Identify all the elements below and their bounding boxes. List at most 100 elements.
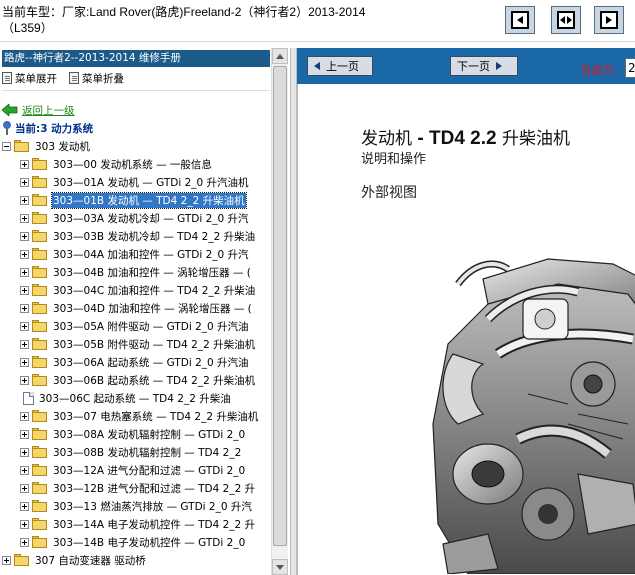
engine-illustration <box>432 258 635 574</box>
expand-toggle-icon[interactable] <box>20 447 29 457</box>
fit-width-button[interactable] <box>551 6 581 34</box>
expand-toggle-icon[interactable] <box>20 249 29 259</box>
tree-item[interactable]: 303—00 发动机系统 — 一般信息 <box>20 156 213 172</box>
tree-item[interactable]: 303—06C 起动系统 — TD4 2_2 升柴油 <box>20 390 232 406</box>
title-prefix: 发动机 <box>361 129 412 149</box>
folder-icon <box>32 284 48 296</box>
header-bar: 当前车型：厂家:Land Rover(路虎)Freeland-2（神行者2）20… <box>0 0 635 42</box>
tree-root-label: 303 发动机 <box>35 140 90 153</box>
expand-toggle-icon[interactable] <box>20 501 29 511</box>
expand-all-label: 菜单展开 <box>15 72 57 85</box>
tree-item[interactable]: 303—14B 电子发动机控件 — GTDi 2_0 <box>20 534 246 550</box>
collapse-toggle-icon[interactable] <box>2 141 11 151</box>
tree-item[interactable]: 303—03A 发动机冷却 — GTDi 2_0 升汽 <box>20 210 250 226</box>
tree-root-303[interactable]: 303 发动机 <box>2 138 91 154</box>
back-link-label: 返回上一级 <box>22 104 75 117</box>
last-page-icon <box>600 11 618 29</box>
tree-item[interactable]: 303—12B 进气分配和过滤 — TD4 2_2 升 <box>20 480 256 496</box>
expand-toggle-icon[interactable] <box>20 159 29 169</box>
tree-item[interactable]: 303—04C 加油和控件 — TD4 2_2 升柴油 <box>20 282 256 298</box>
document-page: 发动机 - TD4 2.2 升柴油机 说明和操作 外部视图 <box>297 84 635 575</box>
scroll-down-icon[interactable] <box>272 559 288 575</box>
expand-toggle-icon[interactable] <box>20 213 29 223</box>
expand-toggle-icon[interactable] <box>20 321 29 331</box>
tree-item[interactable]: 303—06B 起动系统 — TD4 2_2 升柴油机 <box>20 372 256 388</box>
current-vehicle-title: 当前车型：厂家:Land Rover(路虎)Freeland-2（神行者2）20… <box>2 4 402 36</box>
expand-toggle-icon[interactable] <box>20 231 29 241</box>
folder-icon <box>32 248 48 260</box>
fit-width-icon <box>557 11 575 29</box>
expand-toggle-icon[interactable] <box>20 303 29 313</box>
tree-item-label: 303—14A 电子发动机控件 — TD4 2_2 升 <box>53 518 256 531</box>
current-page-input[interactable]: 2 <box>625 58 635 78</box>
document-icon <box>23 391 34 405</box>
manual-title: 路虎--神行者2--2013-2014 维修手册 <box>2 50 270 67</box>
tree-root-307[interactable]: 307 自动变速器 驱动桥 <box>2 552 147 568</box>
next-page-button[interactable]: 下一页 <box>450 56 518 76</box>
tree-item[interactable]: 303—14A 电子发动机控件 — TD4 2_2 升 <box>20 516 256 532</box>
document-title: 发动机 - TD4 2.2 升柴油机 <box>361 124 570 150</box>
tree-item[interactable]: 303—05A 附件驱动 — GTDi 2_0 升汽油 <box>20 318 250 334</box>
tree-item-label: 303—07 电热塞系统 — TD4 2_2 升柴油机 <box>53 410 259 423</box>
folder-icon <box>32 356 48 368</box>
scroll-up-icon[interactable] <box>272 48 288 64</box>
title-model: - TD4 2.2 <box>417 128 497 149</box>
folder-icon <box>32 518 48 530</box>
expand-toggle-icon[interactable] <box>20 267 29 277</box>
tree-item[interactable]: 303—04D 加油和控件 — 涡轮增压器 — ( <box>20 300 253 316</box>
expand-toggle-icon[interactable] <box>20 195 29 205</box>
tree-item[interactable]: 303—08B 发动机辐射控制 — TD4 2_2 <box>20 444 242 460</box>
last-page-button[interactable] <box>594 6 624 34</box>
expand-toggle-icon[interactable] <box>20 519 29 529</box>
tree-item-label: 303—06A 起动系统 — GTDi 2_0 升汽油 <box>53 356 249 369</box>
pane-splitter[interactable] <box>290 48 297 575</box>
collapse-all-button[interactable]: 菜单折叠 <box>69 71 124 86</box>
scroll-thumb[interactable] <box>273 66 287 546</box>
location-pin-icon <box>2 121 12 135</box>
expand-toggle-icon[interactable] <box>20 411 29 421</box>
tree-item[interactable]: 303—01B 发动机 — TD4 2_2 升柴油机 <box>20 191 247 209</box>
tree-item[interactable]: 303—06A 起动系统 — GTDi 2_0 升汽油 <box>20 354 250 370</box>
expand-toggle-icon[interactable] <box>20 177 29 187</box>
tree-item[interactable]: 303—03B 发动机冷却 — TD4 2_2 升柴油 <box>20 228 256 244</box>
tree-item[interactable]: 303—12A 进气分配和过滤 — GTDi 2_0 <box>20 462 246 478</box>
folder-icon <box>32 410 48 422</box>
tree-item[interactable]: 303—13 燃油蒸汽排放 — GTDi 2_0 升汽 <box>20 498 253 514</box>
sidebar-scrollbar[interactable] <box>271 48 288 575</box>
expand-icon <box>2 72 12 84</box>
tree-item-label: 303—06C 起动系统 — TD4 2_2 升柴油 <box>39 392 231 405</box>
prev-arrow-icon <box>314 62 320 70</box>
expand-all-button[interactable]: 菜单展开 <box>2 71 57 86</box>
tree-item-label: 303—08B 发动机辐射控制 — TD4 2_2 <box>53 446 242 459</box>
first-page-button[interactable] <box>505 6 535 34</box>
expand-toggle-icon[interactable] <box>20 429 29 439</box>
tree-item-label: 303—04A 加油和控件 — GTDi 2_0 升汽 <box>53 248 249 261</box>
folder-icon <box>32 158 48 170</box>
expand-toggle-icon[interactable] <box>2 555 11 565</box>
expand-toggle-icon[interactable] <box>20 375 29 385</box>
tree-item[interactable]: 303—05B 附件驱动 — TD4 2_2 升柴油机 <box>20 336 256 352</box>
tree-actions: 菜单展开 菜单折叠 <box>2 69 270 87</box>
folder-icon <box>32 482 48 494</box>
back-link[interactable]: 返回上一级 <box>2 102 75 118</box>
tree-item[interactable]: 303—08A 发动机辐射控制 — GTDi 2_0 <box>20 426 246 442</box>
expand-toggle-icon[interactable] <box>20 357 29 367</box>
folder-icon <box>32 500 48 512</box>
expand-toggle-icon[interactable] <box>20 483 29 493</box>
tree-item[interactable]: 303—04B 加油和控件 — 涡轮增压器 — ( <box>20 264 252 280</box>
tree-item-label: 303—13 燃油蒸汽排放 — GTDi 2_0 升汽 <box>53 500 252 513</box>
tree-item[interactable]: 303—01A 发动机 — GTDi 2_0 升汽油机 <box>20 174 250 190</box>
prev-page-button[interactable]: 上一页 <box>307 56 373 76</box>
tree-item[interactable]: 303—07 电热塞系统 — TD4 2_2 升柴油机 <box>20 408 259 424</box>
folder-icon <box>32 374 48 386</box>
tree-item-label: 303—00 发动机系统 — 一般信息 <box>53 158 212 171</box>
tree-item-label: 303—05A 附件驱动 — GTDi 2_0 升汽油 <box>53 320 249 333</box>
tree-item[interactable]: 303—04A 加油和控件 — GTDi 2_0 升汽 <box>20 246 250 262</box>
expand-toggle-icon[interactable] <box>20 537 29 547</box>
expand-toggle-icon[interactable] <box>20 285 29 295</box>
folder-icon <box>32 536 48 548</box>
expand-toggle-icon[interactable] <box>20 339 29 349</box>
expand-toggle-icon[interactable] <box>20 465 29 475</box>
tree-view: 返回上一级 当前:3 动力系统 303 发动机 303—00 发动机系统 — 一… <box>2 100 270 575</box>
tree-item-label: 303—12A 进气分配和过滤 — GTDi 2_0 <box>53 464 246 477</box>
